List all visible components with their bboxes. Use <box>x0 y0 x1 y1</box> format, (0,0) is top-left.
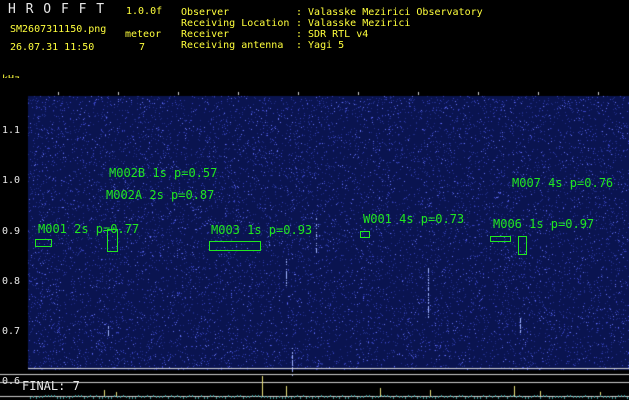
detection-box-m006a <box>490 236 511 242</box>
y-tick-label: 1.0 <box>2 175 21 186</box>
detection-box-m003 <box>209 241 261 251</box>
detection-label-m007: M007 4s p=0.76 <box>512 176 614 190</box>
observer-value: : Valasske Mezirici Observatory <box>296 7 483 18</box>
type-label: meteor <box>125 29 162 40</box>
detection-box-m002 <box>107 229 118 252</box>
datetime-label: 26.07.31 11:50 <box>10 42 95 53</box>
observer-label: Observer <box>181 7 230 18</box>
version-label: 1.0.0f <box>126 6 163 17</box>
detection-label-m002a: M002A 2s p=0.87 <box>106 188 215 202</box>
location-value: : Valasske Mezirici <box>296 18 411 29</box>
filename-label: SM2607311150.png <box>10 24 107 35</box>
y-tick-label: 0.9 <box>2 226 21 237</box>
antenna-label: Receiving antenna <box>181 40 284 51</box>
y-tick-label: 1.1 <box>2 125 21 136</box>
detection-label-m003: M003 1s p=0.93 <box>211 223 313 237</box>
detection-label-m002b: M002B 1s p=0.57 <box>109 166 218 180</box>
location-label: Receiving Location <box>181 18 290 29</box>
antenna-value: : Yagi 5 <box>296 40 345 51</box>
app-logo: H R O F F T <box>8 2 106 17</box>
detection-label-m001: M001 2s p=0.77 <box>38 222 140 236</box>
detection-label-m006: M006 1s p=0.97 <box>493 217 595 231</box>
y-tick-label: 0.7 <box>2 326 21 337</box>
y-tick-label: 0.6 <box>2 376 21 387</box>
detection-box-m001 <box>35 239 52 247</box>
spectrogram-canvas <box>0 78 629 400</box>
y-tick-label: 0.8 <box>2 276 21 287</box>
detection-label-w001: W001 4s p=0.73 <box>363 212 465 226</box>
detection-box-m006b <box>518 236 527 255</box>
receiver-label: Receiver <box>181 29 230 40</box>
header-panel: H R O F F T 1.0.0f SM2607311150.png mete… <box>0 0 629 78</box>
final-count-label: FINAL: 7 <box>22 379 80 393</box>
detection-box-w001 <box>360 231 370 238</box>
receiver-value: : SDR RTL v4 <box>296 29 369 40</box>
count-label: 7 <box>139 42 146 53</box>
